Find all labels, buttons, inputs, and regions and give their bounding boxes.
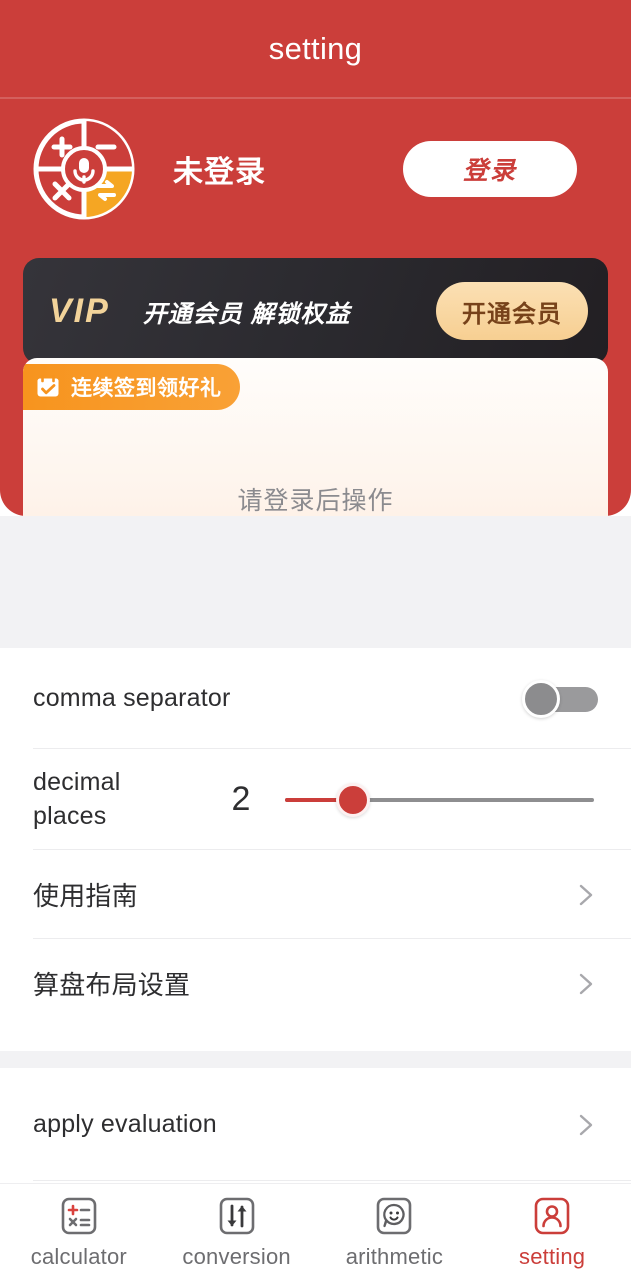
row-divider: [33, 1180, 631, 1181]
nav-item-calculator[interactable]: calculator: [0, 1184, 158, 1280]
app-screen: setting 未登录 登录 VIP 开通会员 解锁权益 开通会员 请登录后操作…: [0, 0, 631, 1280]
row-comma-separator[interactable]: comma separator: [0, 648, 631, 749]
settings-list-secondary: apply evaluation: [0, 1068, 631, 1183]
daily-checkin-badge[interactable]: 连续签到领好礼: [23, 364, 240, 410]
row-abacus-layout[interactable]: 算盘布局设置: [0, 939, 631, 1028]
daily-checkin-label: 连续签到领好礼: [71, 377, 222, 400]
chevron-right-icon: [572, 1112, 598, 1138]
row-decimal-places[interactable]: decimal places 2: [0, 749, 631, 850]
page-header: setting: [0, 0, 631, 98]
nav-item-conversion[interactable]: conversion: [158, 1184, 316, 1280]
section-gap-middle: [0, 1051, 631, 1068]
login-button[interactable]: 登录: [403, 141, 577, 197]
vip-slogan: 开通会员 解锁权益: [142, 300, 351, 328]
calculator-voice-logo-icon[interactable]: [30, 115, 138, 223]
vip-tag: VIP: [49, 291, 110, 330]
nav-item-setting[interactable]: setting: [473, 1184, 631, 1280]
usage-guide-label: 使用指南: [33, 881, 138, 911]
nav-label-setting: setting: [519, 1243, 586, 1269]
nav-label-arithmetic: arithmetic: [345, 1243, 444, 1269]
toggle-knob: [522, 679, 560, 718]
row-apply-evaluation[interactable]: apply evaluation: [0, 1068, 631, 1181]
arrows-updown-icon: [216, 1195, 258, 1237]
calendar-check-icon: [35, 374, 61, 400]
decimal-places-slider-group[interactable]: 2: [219, 780, 598, 819]
slider-thumb[interactable]: [335, 782, 370, 817]
signin-empty-text: 请登录后操作: [237, 487, 394, 515]
header-divider: [0, 97, 631, 99]
nav-label-conversion: conversion: [182, 1243, 291, 1269]
comma-separator-toggle[interactable]: [520, 679, 598, 718]
user-profile-icon: [531, 1195, 573, 1237]
decimal-places-label: decimal places: [33, 768, 121, 830]
apply-evaluation-label: apply evaluation: [33, 1110, 217, 1138]
calculator-icon: [58, 1195, 100, 1237]
decimal-places-slider[interactable]: [285, 782, 594, 817]
section-gap-top: [0, 516, 631, 648]
open-membership-button[interactable]: 开通会员: [436, 282, 588, 340]
nav-label-calculator: calculator: [30, 1243, 127, 1269]
decimal-places-value: 2: [231, 780, 251, 818]
page-title: setting: [268, 31, 363, 66]
chevron-right-icon: [572, 971, 598, 997]
row-usage-guide[interactable]: 使用指南: [0, 850, 631, 939]
abacus-layout-label: 算盘布局设置: [33, 970, 191, 1000]
bottom-navigation: calculator conversion arithmetic setting: [0, 1183, 631, 1280]
chevron-right-icon: [572, 882, 598, 908]
profile-row: 未登录 登录: [0, 106, 631, 232]
profile-name: 未登录: [173, 156, 266, 189]
comma-separator-label: comma separator: [33, 684, 231, 712]
settings-list-primary: comma separator decimal places 2 使用指南 算盘…: [0, 648, 631, 1051]
vip-banner[interactable]: VIP 开通会员 解锁权益 开通会员: [23, 258, 608, 364]
chat-smiley-icon: [373, 1195, 415, 1237]
nav-item-arithmetic[interactable]: arithmetic: [316, 1184, 474, 1280]
